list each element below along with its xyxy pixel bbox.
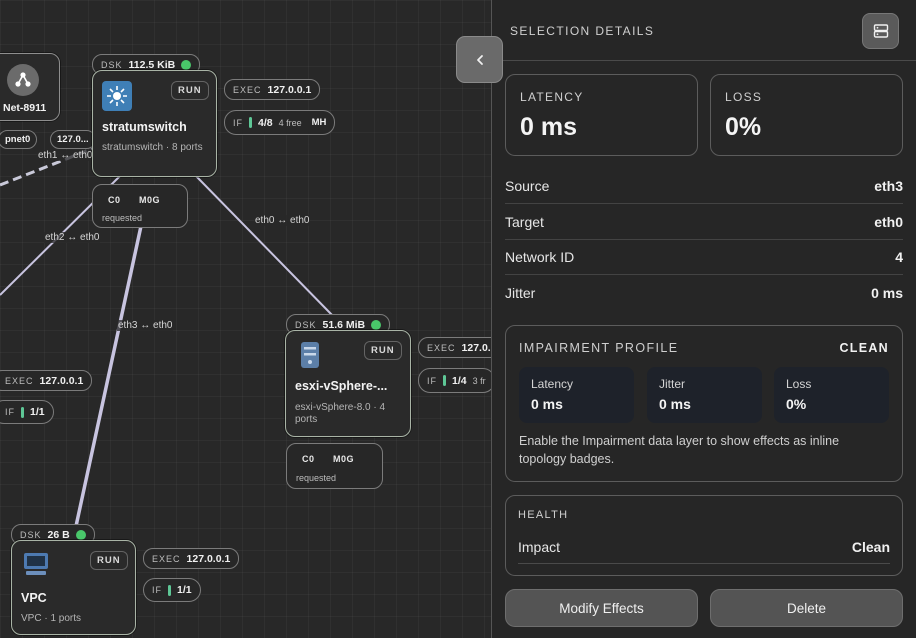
node-subtitle: VPC · 1 ports xyxy=(21,613,82,624)
impairment-latency: Latency 0 ms xyxy=(519,367,634,423)
topology-canvas[interactable]: eth1 ↔ eth0 eth0 ↔ eth0 eth2 ↔ eth0 eth3… xyxy=(0,0,491,638)
detail-row-network-id: Network ID 4 xyxy=(505,240,903,275)
health-title: HEALTH xyxy=(518,509,569,521)
network-node[interactable]: Net-8911 xyxy=(0,53,60,121)
delete-button[interactable]: Delete xyxy=(710,589,903,627)
link-label: eth3 ↔ eth0 xyxy=(117,320,174,331)
node-name: Net-8911 xyxy=(3,102,47,114)
exec-pill[interactable]: EXEC 127.0.0 xyxy=(418,337,491,358)
if-pill[interactable]: IF 1/1 xyxy=(0,400,54,424)
chevron-left-icon xyxy=(476,54,483,65)
node-name: stratumswitch xyxy=(102,120,187,134)
selection-details-panel: SELECTION DETAILS LATENCY 0 ms LOSS 0% S… xyxy=(491,0,916,638)
if-pill[interactable]: IF 4/8 4 free MH xyxy=(224,110,336,135)
panel-title: SELECTION DETAILS xyxy=(510,24,655,38)
detail-row-source: Source eth3 xyxy=(505,169,903,204)
run-badge[interactable]: RUN xyxy=(171,81,209,100)
address-pill[interactable]: 127.0... xyxy=(50,130,96,149)
panel-options-button[interactable] xyxy=(862,13,899,49)
if-usage-bar xyxy=(21,406,24,418)
impairment-title: IMPAIRMENT PROFILE xyxy=(519,341,679,355)
node-vpc[interactable]: RUN VPC VPC · 1 ports xyxy=(11,540,136,635)
node-subtitle: esxi-vSphere-8.0 · 4 ports xyxy=(295,402,386,425)
if-usage-bar xyxy=(168,584,171,596)
if-pill[interactable]: IF 1/1 xyxy=(143,578,201,602)
latency-stat-card: LATENCY 0 ms xyxy=(505,74,698,156)
status-dot xyxy=(371,319,382,330)
modify-effects-button[interactable]: Modify Effects xyxy=(505,589,698,627)
node-subtitle: stratumswitch · 8 ports xyxy=(102,142,203,153)
detail-row-target: Target eth0 xyxy=(505,205,903,240)
switch-sun-icon xyxy=(102,81,132,111)
status-dot xyxy=(181,59,192,70)
node-name: esxi-vSphere-... xyxy=(295,379,388,393)
divider xyxy=(492,60,916,61)
if-pill[interactable]: IF 1/4 3 fr xyxy=(418,368,491,393)
computer-icon xyxy=(21,549,51,579)
node-esxi[interactable]: RUN esxi-vSphere-... esxi-vSphere-8.0 · … xyxy=(285,330,411,437)
impairment-profile-card: IMPAIRMENT PROFILE CLEAN Latency 0 ms Ji… xyxy=(505,325,903,482)
health-card: HEALTH Impact Clean xyxy=(505,495,903,576)
status-dot xyxy=(75,529,86,540)
health-impact-row: Impact Clean xyxy=(518,534,890,564)
exec-pill[interactable]: EXEC 127.0.0.1 xyxy=(0,370,93,391)
exec-pill[interactable]: EXEC 127.0.0.1 xyxy=(224,79,321,100)
if-usage-bar xyxy=(249,117,252,128)
stat-label: LATENCY xyxy=(520,90,584,104)
impairment-note: Enable the Impairment data layer to show… xyxy=(519,434,840,466)
server-icon xyxy=(295,340,325,370)
link-switch-esxi[interactable] xyxy=(195,175,334,317)
node-stratumswitch[interactable]: RUN stratumswitch stratumswitch · 8 port… xyxy=(92,70,217,177)
stat-value: 0 ms xyxy=(520,113,577,141)
run-badge[interactable]: RUN xyxy=(364,341,402,360)
network-hub-icon xyxy=(7,64,39,96)
link-label: eth1 ↔ eth0 xyxy=(37,150,94,161)
exec-pill[interactable]: EXEC 127.0.0.1 xyxy=(143,548,240,569)
detail-row-jitter: Jitter 0 ms xyxy=(505,285,903,301)
resource-box[interactable]: C0 M0G requested xyxy=(286,443,383,489)
link-label: eth2 ↔ eth0 xyxy=(44,232,101,243)
stat-value: 0% xyxy=(725,113,762,141)
impairment-loss: Loss 0% xyxy=(774,367,889,423)
link-label: eth0 ↔ eth0 xyxy=(254,215,311,226)
stat-label: LOSS xyxy=(725,90,763,104)
app-root: eth1 ↔ eth0 eth0 ↔ eth0 eth2 ↔ eth0 eth3… xyxy=(0,0,916,638)
impairment-state-badge: CLEAN xyxy=(839,341,889,355)
server-rack-icon xyxy=(873,24,888,38)
run-badge[interactable]: RUN xyxy=(90,551,128,570)
pnet-pill[interactable]: pnet0 xyxy=(0,130,38,149)
if-usage-bar xyxy=(443,375,446,386)
resource-box[interactable]: C0 M0G requested xyxy=(92,184,188,228)
impairment-jitter: Jitter 0 ms xyxy=(647,367,762,423)
node-name: VPC xyxy=(21,591,47,605)
collapse-panel-button[interactable] xyxy=(456,36,503,83)
loss-stat-card: LOSS 0% xyxy=(710,74,903,156)
